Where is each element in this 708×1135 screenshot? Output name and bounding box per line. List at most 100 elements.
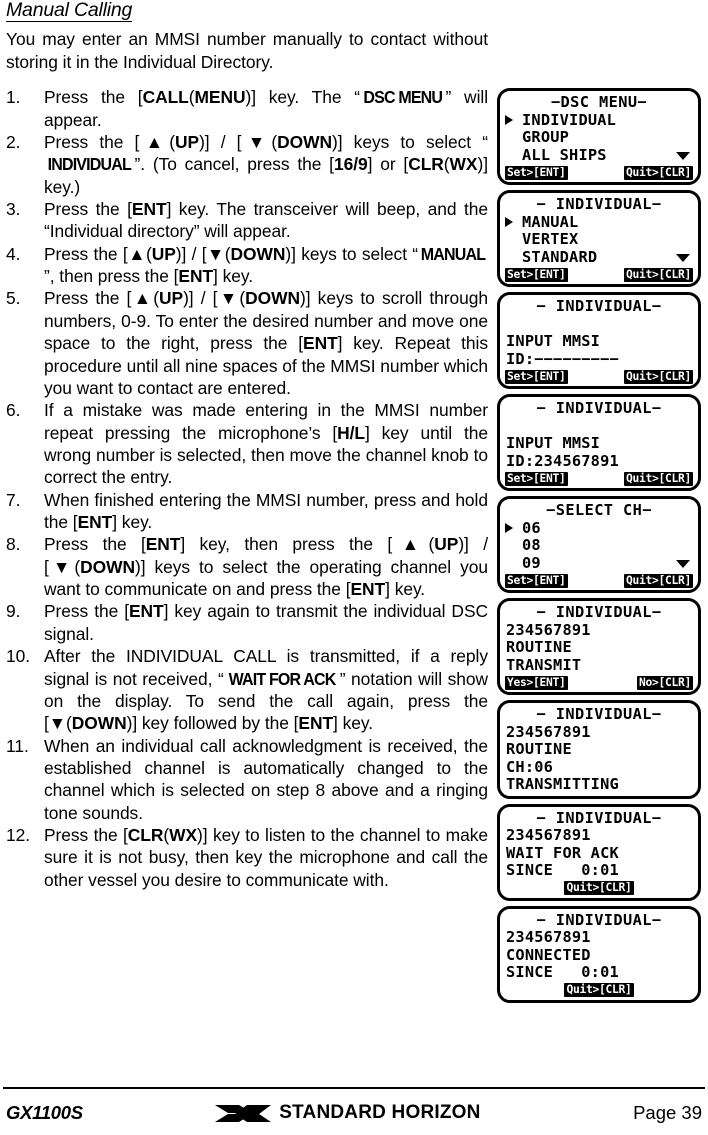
lcd-line-text: INPUT MMSI (506, 434, 601, 452)
lcd-line-text: CONNECTED (506, 945, 591, 964)
lcd-screen-individual-list: − INDIVIDUAL− MANUAL VERTEX STANDARD Set>[EN… (497, 190, 701, 287)
body-text-column: Manual Calling You may enter an MMSI num… (6, 0, 488, 891)
lcd-line-text: 234567891 (506, 620, 591, 639)
lcd-line-text: SINCE 0:01 (506, 861, 619, 879)
scroll-down-arrow-icon (676, 253, 690, 262)
scroll-down-arrow-icon (676, 559, 690, 568)
lcd-title: − INDIVIDUAL− (536, 399, 662, 417)
softkey-right[interactable]: Quit>[CLR] (623, 471, 693, 486)
intro-paragraph: You may enter an MMSI number manually to… (6, 29, 488, 72)
step-text: Press the [CLR(WX)] key to listen to the… (44, 825, 488, 890)
softkey-left[interactable]: Yes>[ENT] (505, 675, 568, 690)
step-text: Press the [CALL(MENU)] key. The “DSC MEN… (44, 87, 489, 130)
step-text: Press the [▲(UP)] / [▼(DOWN)] keys to se… (44, 131, 488, 197)
brand-name: STANDARD HORIZON (279, 1101, 481, 1123)
step-number: 3. (6, 198, 21, 219)
lcd-line-text: ROUTINE (506, 638, 572, 656)
lcd-screenshot-column: −DSC MENU− INDIVIDUAL GROUP ALL SHIPS Set>[E… (497, 88, 703, 1008)
lcd-line-text: TRANSMITTING (506, 775, 619, 793)
procedure-step: 3. Press the [ENT] key. The transceiver w… (6, 198, 488, 243)
lcd-body: −SELECT CH− 06 08 09 (504, 501, 694, 572)
lcd-line-text: MANUAL (522, 212, 579, 231)
page-title: Manual Calling (6, 0, 133, 23)
cursor-arrow-icon (505, 216, 513, 227)
step-text: When an individual call acknowledgment i… (44, 735, 488, 823)
procedure-step-list: 1. Press the [CALL(MENU)] key. The “DSC M… (6, 86, 488, 891)
lcd-line: ID:−−−−−−−−− (506, 350, 692, 369)
scroll-down-arrow-icon (676, 151, 690, 160)
step-number: 11. (6, 735, 29, 756)
procedure-step: 11. When an individual call acknowledgmen… (6, 735, 488, 824)
procedure-step: 12. Press the [CLR(WX)] key to listen to … (6, 824, 488, 891)
lcd-body: − INDIVIDUAL− 234567891 ROUTINE CH:06 TRANSM… (504, 705, 694, 794)
softkey-left[interactable]: Set>[ENT] (505, 573, 568, 588)
step-text: Press the [ENT] key, then press the [▲(U… (44, 534, 488, 600)
lcd-line-text: ROUTINE (506, 740, 572, 758)
lcd-title: − INDIVIDUAL− (536, 910, 662, 929)
softkey-quit[interactable]: Quit>[CLR] (564, 983, 634, 997)
lcd-body: − INDIVIDUAL− MANUAL VERTEX STANDARD (504, 195, 694, 267)
procedure-step: 2. Press the [▲(UP)] / [▼(DOWN)] keys to … (6, 131, 488, 198)
lcd-line-text: CH:06 (506, 757, 554, 776)
procedure-step: 7. When finished entering the MMSI number… (6, 489, 488, 534)
procedure-step: 10. After the INDIVIDUAL CALL is transmit… (6, 645, 488, 734)
lcd-title: −SELECT CH− (546, 501, 652, 519)
cursor-arrow-icon (505, 114, 513, 125)
lcd-title: − INDIVIDUAL− (536, 297, 662, 315)
lcd-softkey-bar: Set>[ENT] Quit>[CLR] (504, 165, 694, 180)
lcd-softkey-bar: Set>[ENT] Quit>[CLR] (504, 471, 694, 486)
lcd-body: − INDIVIDUAL− 234567891 CONNECTED SINCE 0:0… (504, 910, 694, 982)
softkey-quit[interactable]: Quit>[CLR] (564, 881, 634, 895)
lcd-softkey-bar: Set>[ENT] Quit>[CLR] (504, 369, 694, 384)
lcd-line-text: WAIT FOR ACK (506, 843, 619, 862)
lcd-body: −DSC MENU− INDIVIDUAL GROUP ALL SHIPS (504, 93, 694, 165)
softkey-right[interactable]: Quit>[CLR] (623, 369, 693, 384)
lcd-line: ID:234567891 (506, 451, 692, 471)
lcd-line-text: INPUT MMSI (506, 332, 601, 350)
step-text: After the INDIVIDUAL CALL is transmitted… (44, 646, 488, 734)
step-number: 12. (6, 825, 31, 846)
lcd-screen-transmit-confirm: − INDIVIDUAL− 234567891 ROUTINE TRANSMIT Yes… (497, 598, 701, 695)
step-text: If a mistake was made entering in the MM… (44, 400, 488, 488)
lcd-line-text: ID:234567891 (506, 451, 619, 470)
softkey-right[interactable]: No>[CLR] (636, 675, 693, 690)
brand-logo: STANDARD HORIZON (63, 1101, 633, 1125)
lcd-line: ALL SHIPS (506, 145, 692, 165)
lcd-line-text: VERTEX (522, 230, 579, 248)
lcd-softkey-bar: Set>[ENT] Quit>[CLR] (504, 267, 694, 282)
step-text: Press the [ENT] key again to transmit th… (44, 601, 489, 644)
lcd-body: − INDIVIDUAL− INPUT MMSI ID:234567891 (504, 399, 694, 471)
lcd-softkey-bar: Quit>[CLR] (504, 983, 694, 998)
softkey-left[interactable]: Set>[ENT] (505, 369, 568, 384)
lcd-line: SINCE 0:01 (506, 861, 692, 880)
manual-page: Manual Calling You may enter an MMSI num… (0, 0, 708, 1135)
lcd-line: STANDARD (506, 248, 692, 267)
lcd-line-text: 234567891 (506, 826, 591, 844)
lcd-title: − INDIVIDUAL− (536, 195, 662, 213)
softkey-right[interactable]: Quit>[CLR] (623, 267, 693, 282)
lcd-line-text: ALL SHIPS (522, 145, 607, 164)
lcd-blank-line (506, 316, 692, 334)
lcd-title: − INDIVIDUAL− (536, 705, 662, 723)
lcd-screen-connected: − INDIVIDUAL− 234567891 CONNECTED SINCE 0:0… (497, 905, 701, 1003)
section-title-wrap: Manual Calling (6, 0, 488, 23)
lcd-line-text: 234567891 (506, 722, 591, 741)
step-number: 10. (6, 646, 31, 667)
lcd-line: INPUT MMSI (506, 434, 692, 453)
softkey-right[interactable]: Quit>[CLR] (623, 165, 693, 180)
lcd-line-text: 08 (522, 536, 541, 554)
standard-horizon-logo-icon (215, 1104, 272, 1122)
lcd-body: − INDIVIDUAL− 234567891 WAIT FOR ACK SINCE … (504, 809, 694, 880)
softkey-left[interactable]: Set>[ENT] (505, 165, 568, 180)
step-number: 2. (6, 131, 21, 152)
step-number: 6. (6, 400, 21, 421)
lcd-line-text: TRANSMIT (506, 655, 582, 674)
softkey-right[interactable]: Quit>[CLR] (623, 573, 693, 588)
lcd-line-text: SINCE 0:01 (506, 963, 619, 981)
page-number: Page 39 (633, 1101, 702, 1123)
procedure-step: 8. Press the [ENT] key, then press the [▲… (6, 533, 488, 600)
softkey-left[interactable]: Set>[ENT] (505, 471, 568, 486)
softkey-left[interactable]: Set>[ENT] (505, 267, 568, 282)
lcd-line: ROUTINE (506, 638, 692, 657)
procedure-step: 9. Press the [ENT] key again to transmit … (6, 600, 488, 645)
